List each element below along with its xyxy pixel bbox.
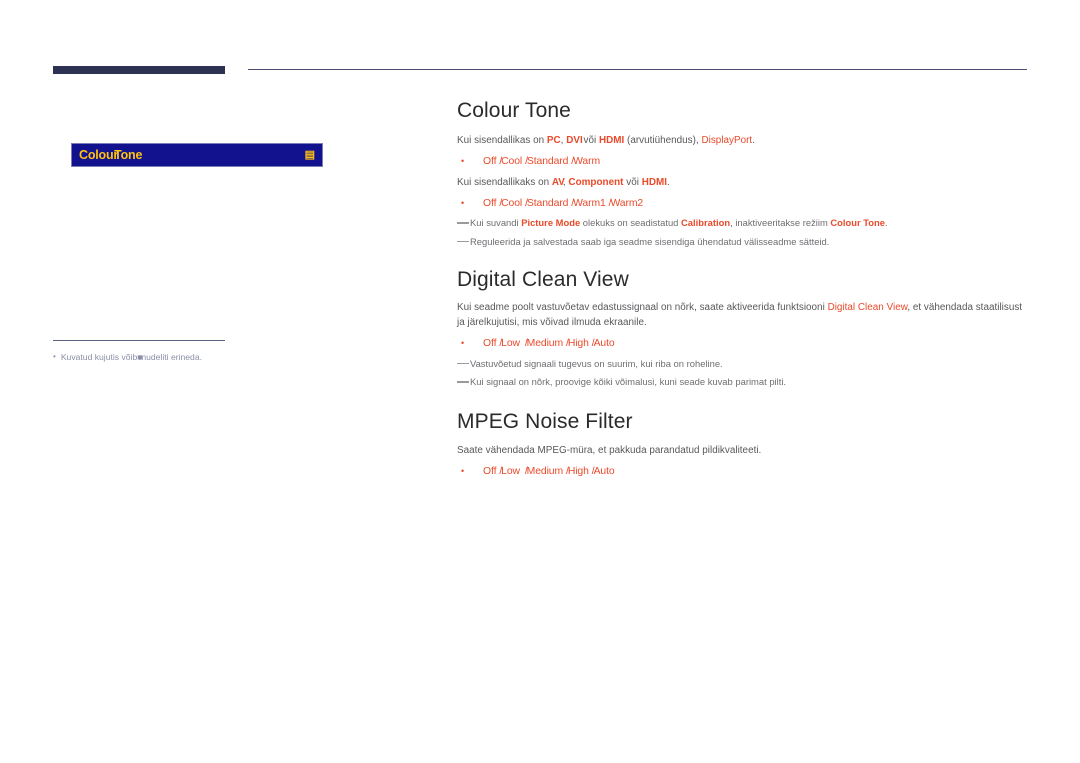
- note-text: Reguleerida ja salvestada saab iga seadm…: [470, 235, 830, 247]
- opt-4: Auto: [593, 338, 615, 350]
- section-title-digital-clean-view: Digital Clean View: [457, 268, 629, 291]
- note-text: Kui suvandi Picture Mode olekuks on sead…: [470, 216, 888, 231]
- note-text: Vastuvõetud signaali tugevus on suurim, …: [470, 357, 723, 369]
- dcv-p1-hl1: Digital Clean View: [827, 302, 908, 313]
- osd-menu-label-part2: Tone: [114, 148, 143, 162]
- digital-note-1: Vastuvõetud signaali tugevus on suurim, …: [457, 357, 1032, 372]
- colour-tone-note-2: Reguleerida ja salvestada saab iga seadm…: [457, 235, 1032, 250]
- ct-p1-hl1: PC: [546, 135, 561, 146]
- mpeg-paragraph-1: Saate vähendada MPEG-müra, et pakkuda pa…: [457, 445, 762, 456]
- digital-note-2: Kui signaal on nõrk, proovige kõiki võim…: [457, 375, 1032, 390]
- opt-0: Off: [483, 466, 497, 478]
- opt-3: High: [567, 338, 589, 350]
- opt-1: Low: [501, 466, 520, 478]
- ct-p1-hl3: HDMI: [598, 135, 625, 146]
- option-values: Off /Cool /Standard /Warm1 /Warm2: [483, 197, 644, 209]
- note-dash-icon: [457, 240, 469, 243]
- section-title-colour-tone: Colour Tone: [457, 99, 571, 122]
- left-footnote-rule: [53, 340, 225, 341]
- opt-3: High: [567, 466, 589, 478]
- enter-icon[interactable]: ▤: [305, 149, 316, 161]
- opt-0: Off: [483, 156, 497, 168]
- ct-p1-hl4: DisplayPort: [701, 135, 753, 146]
- note-text: Kui signaal on nõrk, proovige kõiki võim…: [470, 376, 787, 388]
- ct-n1-mid2: , inaktiveeritakse režiim: [730, 217, 831, 229]
- opt-1: Low: [501, 338, 520, 350]
- list-item[interactable]: • Off /Cool /Standard /Warm1 /Warm2: [457, 196, 1032, 212]
- colour-tone-paragraph-2: Kui sisendallikaks on AV, Component või …: [457, 175, 1032, 190]
- dcv-p1-pre: Kui seadme poolt vastuvõetav edastussign…: [457, 302, 828, 313]
- ct-p1-mid3: (arvutiühendus),: [624, 135, 702, 146]
- digital-paragraph-1: Kui seadme poolt vastuvõetav edastussign…: [457, 300, 1032, 330]
- ct-p1-end: .: [752, 135, 755, 146]
- left-footnote: • Kuvatud kujutis võib■mudeliti erineda.: [53, 340, 228, 363]
- ct-p2-mid2: või: [623, 176, 642, 188]
- ct-n1-hl2: Calibration: [681, 217, 731, 229]
- ct-p2-pre: Kui sisendallikaks on: [457, 176, 552, 188]
- left-footnote-text-b: mudeliti erineda.: [138, 352, 203, 362]
- note-dash-icon: [457, 381, 469, 383]
- opt-0: Off: [483, 338, 497, 350]
- option-values: Off /Low /Medium /High /Auto: [483, 338, 615, 350]
- bullet-icon: •: [461, 156, 465, 167]
- note-dash-icon: [457, 222, 469, 224]
- bullet-icon: •: [461, 466, 465, 477]
- bullet-icon: •: [461, 338, 465, 349]
- opt-2: Medium: [526, 466, 564, 478]
- ct-p2-hl3: HDMI: [641, 176, 667, 188]
- ct-n1-mid1: olekuks on seadistatud: [580, 217, 682, 229]
- left-footnote-item: • Kuvatud kujutis võib■mudeliti erineda.: [53, 352, 228, 363]
- left-column: ColourTone ▤ • Kuvatud kujutis võib■mude…: [0, 0, 430, 763]
- ct-n1-end: .: [885, 217, 888, 229]
- ct-p1-mid2: või: [580, 135, 599, 146]
- section-title-mpeg-noise-filter: MPEG Noise Filter: [457, 410, 633, 433]
- opt-4: Auto: [593, 466, 615, 478]
- section-body-digital-clean-view: Kui seadme poolt vastuvõetav edastussign…: [457, 300, 1032, 394]
- ct-n1-hl3: Colour Tone: [830, 217, 886, 229]
- osd-menu-row-colour-tone[interactable]: ColourTone ▤: [71, 143, 323, 167]
- list-item[interactable]: • Off /Cool /Standard /Warm: [457, 154, 1032, 170]
- opt-1: Cool: [501, 197, 523, 209]
- colour-tone-paragraph-1: Kui sisendallikas on PC, DVI või HDMI (a…: [457, 133, 1032, 148]
- osd-menu-label-part1: Colour: [79, 148, 119, 162]
- left-footnote-text: Kuvatud kujutis võib■mudeliti erineda.: [60, 352, 203, 362]
- ct-n1-hl1: Picture Mode: [521, 217, 581, 229]
- note-dash-icon: [457, 362, 469, 365]
- list-item[interactable]: • Off /Low /Medium /High /Auto: [457, 464, 1032, 480]
- section-body-mpeg-noise-filter: Saate vähendada MPEG-müra, et pakkuda pa…: [457, 443, 1032, 485]
- osd-menu-label: ColourTone: [79, 148, 142, 162]
- ct-n1-pre: Kui suvandi: [470, 217, 522, 229]
- opt-3: Warm1: [573, 197, 606, 209]
- digital-options: • Off /Low /Medium /High /Auto: [457, 336, 1032, 352]
- ct-p2-hl2: Component: [568, 176, 624, 188]
- mpeg-options: • Off /Low /Medium /High /Auto: [457, 464, 1032, 480]
- opt-1: Cool: [501, 156, 523, 168]
- option-values: Off /Cool /Standard /Warm: [483, 156, 600, 168]
- colour-tone-options-pc: • Off /Cool /Standard /Warm: [457, 154, 1032, 170]
- opt-2: Standard: [526, 197, 569, 209]
- opt-4: Warm2: [610, 197, 644, 209]
- ct-p2-end: .: [667, 176, 670, 188]
- option-values: Off /Low /Medium /High /Auto: [483, 466, 615, 478]
- bullet-icon: •: [53, 352, 56, 361]
- section-body-colour-tone: Kui sisendallikas on PC, DVI või HDMI (a…: [457, 133, 1032, 253]
- colour-tone-note-1: Kui suvandi Picture Mode olekuks on sead…: [457, 216, 1032, 231]
- opt-2: Medium: [526, 338, 564, 350]
- opt-3: Warm: [573, 156, 600, 168]
- left-footnote-text-a: Kuvatud kujutis võib: [60, 352, 138, 362]
- bullet-icon: •: [461, 197, 465, 208]
- opt-2: Standard: [526, 156, 569, 168]
- colour-tone-options-av: • Off /Cool /Standard /Warm1 /Warm2: [457, 196, 1032, 212]
- opt-0: Off: [483, 197, 497, 209]
- list-item[interactable]: • Off /Low /Medium /High /Auto: [457, 336, 1032, 352]
- ct-p1-pre: Kui sisendallikas on: [457, 135, 547, 146]
